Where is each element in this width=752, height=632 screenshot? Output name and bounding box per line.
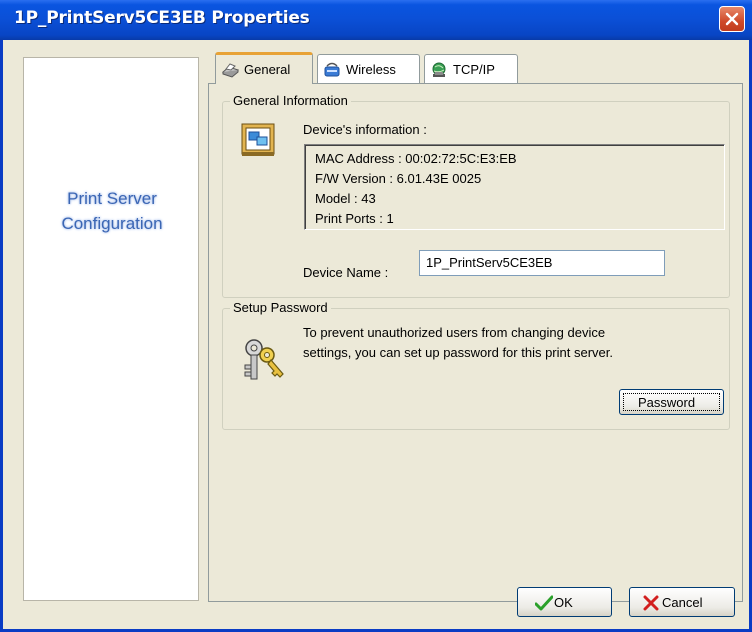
wireless-icon (323, 61, 341, 79)
window-title: 1P_PrintServ5CE3EB Properties (14, 8, 310, 28)
title-bar[interactable]: 1P_PrintServ5CE3EB Properties (0, 0, 752, 40)
password-description-line2: settings, you can set up password for th… (303, 345, 613, 360)
device-name-label: Device Name : (303, 265, 389, 280)
general-information-group: General Information Device's information… (222, 93, 730, 298)
cancel-x-icon (643, 595, 659, 614)
tab-wireless-label: Wireless (346, 62, 396, 77)
tab-tcpip[interactable]: TCP/IP (424, 54, 518, 84)
close-icon (725, 12, 739, 26)
tab-general-label: General (244, 62, 291, 77)
firmware-version-text: F/W Version : 6.01.43E 0025 (315, 171, 482, 186)
printer-icon (221, 61, 240, 79)
tab-general[interactable]: General (215, 52, 313, 84)
device-info-box: MAC Address : 00:02:72:5C:E3:EB F/W Vers… (304, 144, 725, 230)
device-name-field[interactable]: 1P_PrintServ5CE3EB (419, 250, 665, 276)
password-description-line1: To prevent unauthorized users from chang… (303, 325, 606, 340)
properties-window: 1P_PrintServ5CE3EB Properties Print Serv… (0, 0, 752, 632)
print-ports-text: Print Ports : 1 (315, 211, 394, 226)
sidebar-panel: Print Server Configuration (23, 57, 199, 601)
close-button[interactable] (719, 6, 745, 32)
general-information-title: General Information (230, 93, 351, 108)
model-text: Model : 43 (315, 191, 376, 206)
cancel-button-label: Cancel (662, 595, 703, 610)
checkmark-icon (534, 595, 554, 614)
cancel-button[interactable]: Cancel (629, 587, 735, 617)
setup-password-title: Setup Password (230, 300, 331, 315)
mac-address-text: MAC Address : 00:02:72:5C:E3:EB (315, 151, 517, 166)
sidebar-caption: Print Server Configuration (24, 186, 200, 236)
password-button-label: Password (638, 395, 696, 410)
password-button[interactable]: Password (619, 389, 724, 415)
general-tab-page: General Information Device's information… (208, 83, 743, 602)
tab-tcpip-label: TCP/IP (453, 62, 495, 77)
ok-button[interactable]: OK (517, 587, 612, 617)
setup-password-group: Setup Password To prevent unauthorized u… (222, 300, 730, 430)
tab-wireless[interactable]: Wireless (317, 54, 420, 84)
device-info-icon (241, 122, 277, 158)
sidebar-caption-line1: Print Server (67, 189, 157, 208)
keys-icon (239, 337, 287, 385)
network-globe-icon (430, 61, 448, 79)
device-info-label: Device's information : (303, 122, 427, 137)
device-name-value: 1P_PrintServ5CE3EB (426, 255, 553, 270)
ok-button-label: OK (554, 595, 573, 610)
sidebar-caption-line2: Configuration (61, 214, 163, 233)
